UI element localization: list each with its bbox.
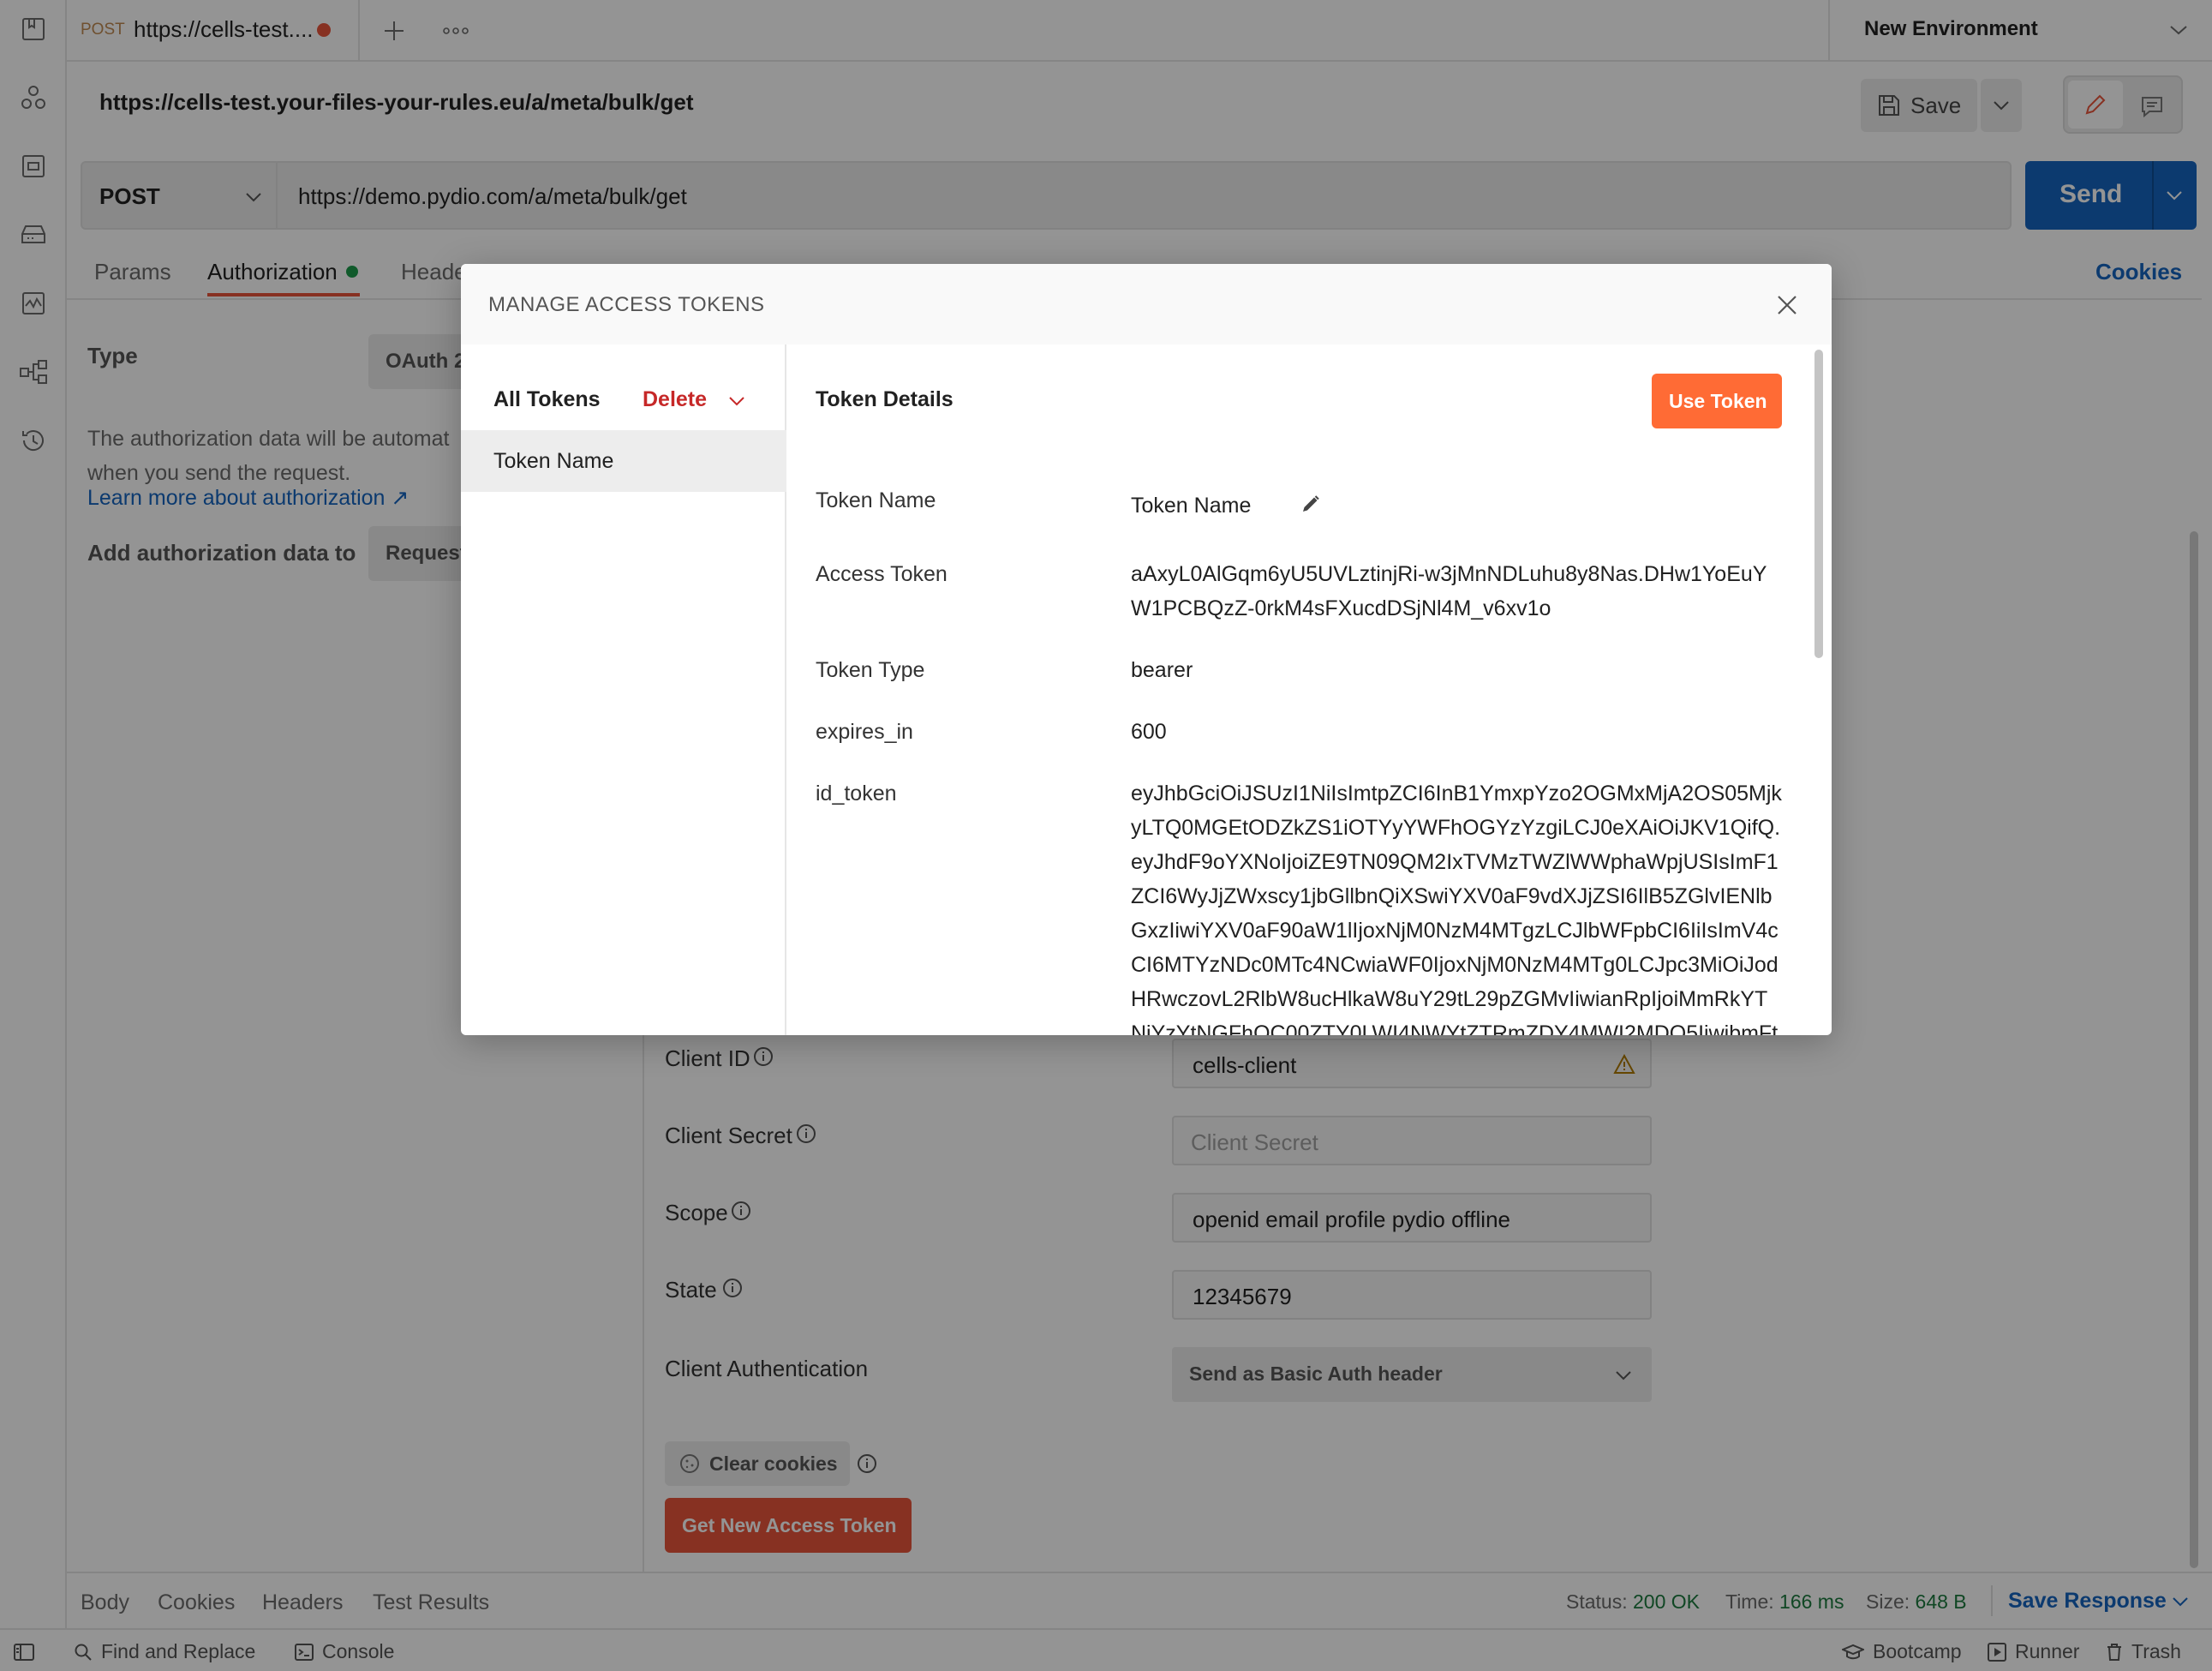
token-details-panel: Token Details Use Token Token Name Token… <box>788 344 1832 1035</box>
modal-title: MANAGE ACCESS TOKENS <box>488 293 765 316</box>
chevron-down-icon[interactable] <box>726 391 747 411</box>
pencil-icon[interactable] <box>1299 492 1323 516</box>
detail-key: id_token <box>816 782 897 806</box>
detail-key: Token Name <box>816 488 936 512</box>
detail-key: expires_in <box>816 720 913 744</box>
use-token-button[interactable]: Use Token <box>1652 374 1782 428</box>
detail-value: Token Name <box>1131 494 1252 518</box>
detail-value: 600 <box>1131 720 1167 744</box>
token-list-panel: All Tokens Delete Token Name <box>461 344 786 1035</box>
detail-key: Token Type <box>816 658 925 682</box>
detail-value: aAxyL0AlGqm6yU5UVLztinjRi-w3jMnNDLuhu8y8… <box>1131 562 1767 620</box>
modal-scrollbar[interactable] <box>1814 350 1823 658</box>
modal-header: MANAGE ACCESS TOKENS <box>461 264 1832 344</box>
close-icon[interactable] <box>1770 288 1804 322</box>
token-details-title: Token Details <box>816 387 954 411</box>
manage-access-tokens-modal: MANAGE ACCESS TOKENS All Tokens Delete T… <box>461 264 1832 1035</box>
token-list-item-label: Token Name <box>493 449 614 473</box>
detail-key: Access Token <box>816 562 948 586</box>
token-list-item[interactable]: Token Name <box>461 430 786 492</box>
detail-value: eyJhbGciOiJSUzI1NiIsImtpZCI6InB1YmxpYzo2… <box>1131 782 1782 1035</box>
detail-value: bearer <box>1131 658 1193 682</box>
delete-button[interactable]: Delete <box>643 387 707 412</box>
all-tokens-label: All Tokens <box>493 387 601 411</box>
use-token-label: Use Token <box>1669 390 1767 412</box>
